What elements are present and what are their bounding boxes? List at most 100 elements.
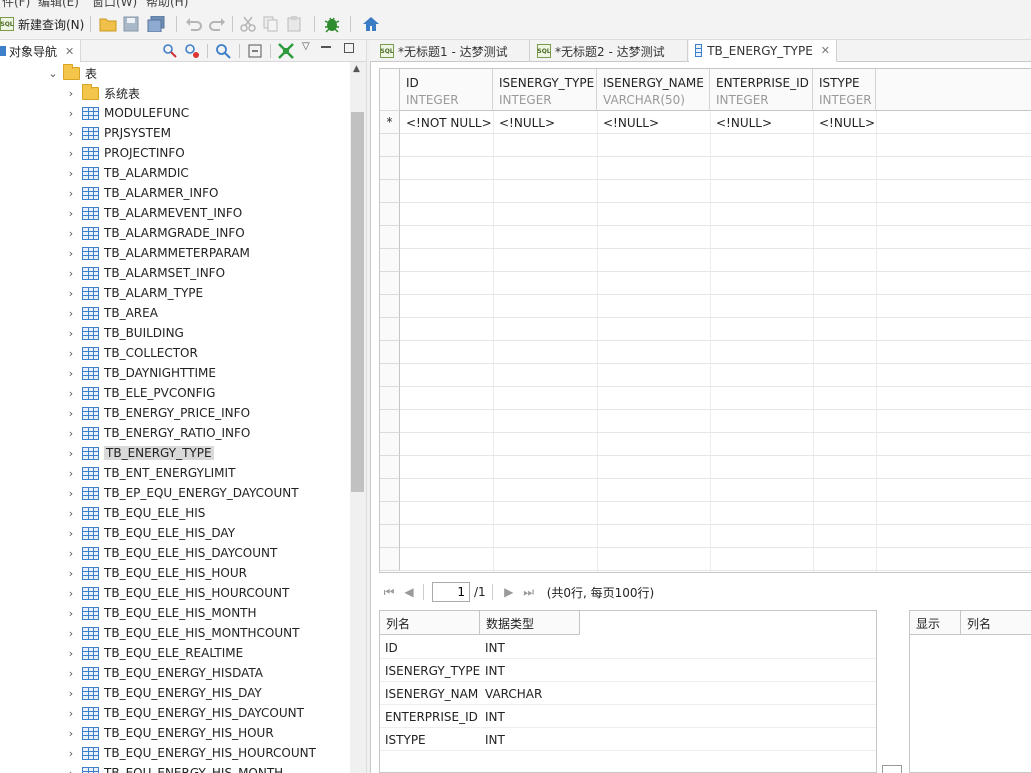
- grid-cell[interactable]: <!NULL>: [597, 111, 710, 134]
- column-row[interactable]: ISTYPE INT: [380, 728, 876, 751]
- chevron-right-icon[interactable]: ›: [64, 566, 78, 580]
- tree-item[interactable]: › TB_EQU_ENERGY_HIS_HOURCOUNT: [64, 743, 316, 763]
- next-page-icon[interactable]: ▶: [499, 585, 519, 599]
- tree-item[interactable]: › TB_ALARMMETERPARAM: [64, 243, 250, 263]
- row-header[interactable]: [380, 203, 400, 226]
- tree-item[interactable]: › TB_EQU_ENERGY_HISDATA: [64, 663, 263, 683]
- tab-tb-energy-type[interactable]: TB_ENERGY_TYPE ✕: [689, 40, 837, 62]
- chevron-right-icon[interactable]: ›: [64, 366, 78, 380]
- tree-item[interactable]: › TB_ALARMER_INFO: [64, 183, 219, 203]
- chevron-right-icon[interactable]: ›: [64, 446, 78, 460]
- grid-column-header[interactable]: ISTYPE INTEGER: [813, 69, 876, 111]
- chevron-right-icon[interactable]: ›: [64, 326, 78, 340]
- menu-file[interactable]: 件(F): [2, 0, 30, 8]
- tree-item[interactable]: › TB_ALARMDIC: [64, 163, 189, 183]
- grid-column-header[interactable]: ISENERGY_TYPE INTEGER: [493, 69, 597, 111]
- row-header[interactable]: [380, 479, 400, 502]
- chevron-right-icon[interactable]: ›: [64, 486, 78, 500]
- search-icon[interactable]: [215, 43, 231, 59]
- view-menu-icon[interactable]: ▽: [302, 41, 310, 52]
- chevron-right-icon[interactable]: ›: [64, 626, 78, 640]
- grid-cell[interactable]: <!NULL>: [813, 111, 876, 134]
- chevron-right-icon[interactable]: ›: [64, 646, 78, 660]
- tree-item[interactable]: › TB_EQU_ENERGY_HIS_MONTH: [64, 763, 283, 773]
- row-header[interactable]: [380, 502, 400, 525]
- chevron-right-icon[interactable]: ›: [64, 426, 78, 440]
- chevron-right-icon[interactable]: ›: [64, 166, 78, 180]
- tree-item[interactable]: › TB_EQU_ELE_REALTIME: [64, 643, 243, 663]
- tree-item[interactable]: › TB_EQU_ELE_HIS: [64, 503, 206, 523]
- row-header[interactable]: [380, 387, 400, 410]
- maximize-icon[interactable]: [344, 43, 354, 53]
- chevron-right-icon[interactable]: ›: [64, 146, 78, 160]
- chevron-right-icon[interactable]: ›: [64, 226, 78, 240]
- grid-cell[interactable]: <!NULL>: [710, 111, 813, 134]
- paste-button[interactable]: [286, 14, 302, 34]
- scroll-up-icon[interactable]: ▲: [353, 64, 360, 74]
- home-button[interactable]: [362, 14, 380, 34]
- chevron-right-icon[interactable]: ›: [64, 266, 78, 280]
- debug-button[interactable]: [323, 14, 341, 34]
- column-row[interactable]: ENTERPRISE_ID INT: [380, 705, 876, 728]
- chevron-right-icon[interactable]: ›: [64, 586, 78, 600]
- scrollbar-thumb[interactable]: [351, 112, 364, 492]
- move-column-button[interactable]: [882, 765, 902, 773]
- column-header-name[interactable]: 列名: [380, 611, 480, 635]
- tree-item[interactable]: › PROJECTINFO: [64, 143, 185, 163]
- copy-button[interactable]: [263, 14, 279, 34]
- chevron-right-icon[interactable]: ›: [64, 466, 78, 480]
- row-header[interactable]: [380, 433, 400, 456]
- tree-item[interactable]: › TB_COLLECTOR: [64, 343, 198, 363]
- tree-item[interactable]: › TB_ENERGY_RATIO_INFO: [64, 423, 251, 443]
- chevron-right-icon[interactable]: ›: [64, 306, 78, 320]
- undo-button[interactable]: [185, 14, 203, 34]
- tree-item[interactable]: › TB_EQU_ELE_HIS_DAYCOUNT: [64, 543, 278, 563]
- row-header[interactable]: [380, 226, 400, 249]
- cut-button[interactable]: [240, 14, 256, 34]
- tree-item[interactable]: › MODULEFUNC: [64, 103, 189, 123]
- tree-item[interactable]: › TB_ALARM_TYPE: [64, 283, 203, 303]
- tree-item[interactable]: › TB_BUILDING: [64, 323, 184, 343]
- chevron-right-icon[interactable]: ›: [64, 546, 78, 560]
- chevron-right-icon[interactable]: ›: [64, 206, 78, 220]
- data-grid[interactable]: ID INTEGER ISENERGY_TYPE INTEGER ISENERGY_NA…: [379, 68, 1031, 573]
- chevron-right-icon[interactable]: ›: [64, 346, 78, 360]
- menu-window[interactable]: 窗口(W): [92, 0, 137, 8]
- tab-object-navigator[interactable]: 对象导航 ✕: [0, 40, 82, 62]
- row-header[interactable]: *: [380, 111, 400, 134]
- collapse-all-icon[interactable]: [248, 44, 262, 58]
- row-header[interactable]: [380, 180, 400, 203]
- chevron-right-icon[interactable]: ›: [64, 386, 78, 400]
- save-all-button[interactable]: [147, 14, 165, 34]
- redo-button[interactable]: [208, 14, 226, 34]
- grid-column-header[interactable]: ID INTEGER: [400, 69, 493, 111]
- chevron-right-icon[interactable]: ›: [64, 766, 78, 773]
- tree-item[interactable]: › TB_ALARMSET_INFO: [64, 263, 225, 283]
- row-header[interactable]: [380, 295, 400, 318]
- chevron-right-icon[interactable]: ›: [64, 86, 78, 100]
- tree-item[interactable]: › TB_AREA: [64, 303, 158, 323]
- tree-item[interactable]: › 系统表: [64, 83, 140, 103]
- filter-icon[interactable]: [184, 43, 200, 59]
- tree-item[interactable]: › TB_EQU_ENERGY_HIS_HOUR: [64, 723, 274, 743]
- column-header-name[interactable]: 列名: [961, 611, 1031, 635]
- column-row[interactable]: ID INT: [380, 636, 876, 659]
- tree-item[interactable]: › TB_DAYNIGHTTIME: [64, 363, 216, 383]
- tree-item[interactable]: › TB_ELE_PVCONFIG: [64, 383, 216, 403]
- close-icon[interactable]: ✕: [821, 44, 830, 57]
- page-number-input[interactable]: [432, 582, 470, 602]
- row-header[interactable]: [380, 249, 400, 272]
- column-header-display[interactable]: 显示: [910, 611, 961, 635]
- column-header-type[interactable]: 数据类型: [480, 611, 580, 635]
- link-editor-icon[interactable]: [162, 43, 178, 59]
- chevron-right-icon[interactable]: ›: [64, 506, 78, 520]
- close-icon[interactable]: ✕: [65, 45, 74, 58]
- row-header[interactable]: [380, 134, 400, 157]
- tree-item[interactable]: › TB_EQU_ELE_HIS_MONTHCOUNT: [64, 623, 300, 643]
- row-header[interactable]: [380, 456, 400, 479]
- tree-item[interactable]: › TB_EQU_ELE_HIS_DAY: [64, 523, 235, 543]
- save-button[interactable]: [123, 14, 139, 34]
- prev-page-icon[interactable]: ◀: [399, 585, 419, 599]
- row-header[interactable]: [380, 548, 400, 571]
- tab-untitled-2[interactable]: SQL *无标题2 - 达梦测试: [531, 40, 688, 62]
